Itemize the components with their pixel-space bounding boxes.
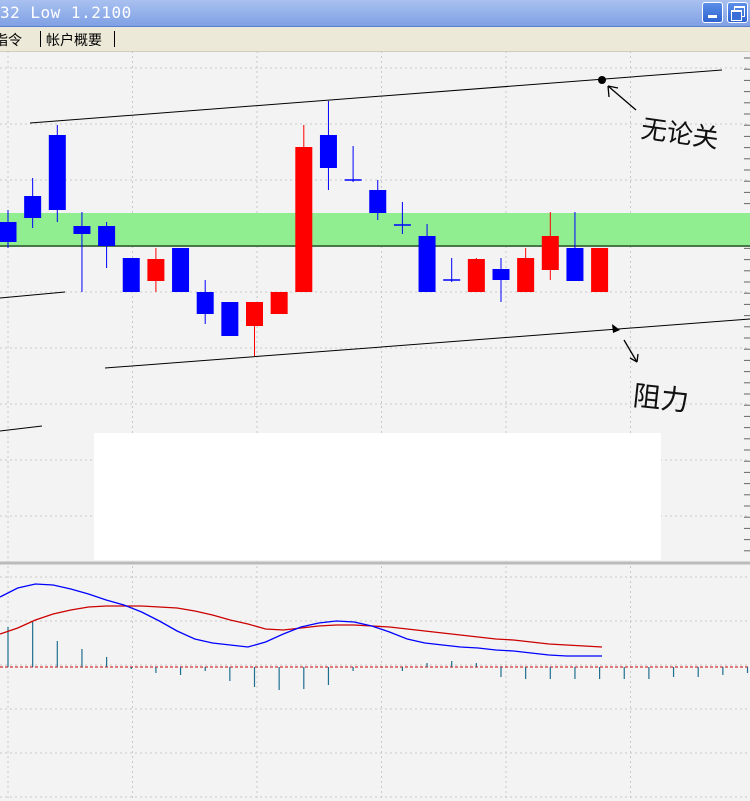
candle-body — [147, 259, 165, 281]
candle-body — [0, 222, 17, 242]
tab-separator — [40, 31, 41, 47]
candle-body — [467, 259, 485, 292]
candle — [517, 248, 535, 292]
price-chart[interactable]: 无论关 阻力 — [0, 51, 750, 801]
macd-histogram — [7, 622, 749, 690]
resistance-annotation: 无论关 — [598, 76, 720, 155]
candle-body — [48, 135, 66, 210]
candle — [443, 258, 461, 282]
minimize-icon — [708, 15, 717, 18]
candle — [319, 101, 337, 190]
candle — [591, 248, 609, 292]
candle-body — [172, 248, 190, 292]
tab-bar: 指令 帐户概要 — [0, 27, 750, 52]
tab-orders[interactable]: 指令 — [0, 30, 22, 50]
candle-body — [591, 248, 609, 292]
candle-body — [566, 248, 584, 281]
candle — [467, 258, 485, 292]
restore-icon-front — [731, 10, 742, 21]
restore-button[interactable] — [727, 2, 748, 23]
support-annotation: 阻力 — [612, 324, 690, 418]
macd-line — [0, 583, 602, 657]
candle — [147, 248, 165, 292]
candle-body — [541, 236, 559, 270]
candle — [122, 258, 140, 292]
trend-line — [0, 425, 43, 432]
window-title: 32 Low 1.2100 — [0, 3, 132, 22]
candle-body — [418, 236, 436, 292]
candle — [492, 258, 510, 302]
resistance-marker — [598, 76, 606, 84]
tab-separator — [114, 31, 115, 47]
candle-body — [24, 196, 42, 218]
candle-body — [295, 147, 313, 292]
tab-account-summary[interactable]: 帐户概要 — [46, 30, 102, 50]
candle — [48, 125, 66, 222]
candle — [221, 302, 239, 336]
candle-body — [492, 269, 510, 280]
support-label: 阻力 — [631, 379, 690, 418]
candle — [295, 125, 313, 292]
candle — [196, 280, 214, 324]
trend-line — [0, 291, 66, 299]
support-line — [104, 318, 750, 369]
minimize-button[interactable] — [702, 2, 723, 23]
candle-body — [319, 135, 337, 168]
white-panel — [94, 433, 661, 560]
candle-body — [369, 190, 387, 213]
candle — [270, 292, 288, 314]
resistance-line — [29, 69, 723, 124]
candle-body — [73, 226, 91, 234]
candle — [172, 248, 190, 292]
window-titlebar: 32 Low 1.2100 — [0, 0, 750, 27]
candle-body — [196, 292, 214, 314]
candle-body — [270, 292, 288, 314]
candle-body — [122, 258, 140, 292]
candle-body — [246, 302, 263, 326]
resistance-label: 无论关 — [639, 114, 720, 155]
candle-body — [98, 226, 116, 246]
candle — [344, 146, 362, 182]
candle-body — [221, 302, 239, 336]
candle — [98, 222, 116, 268]
candle-body — [517, 258, 535, 292]
